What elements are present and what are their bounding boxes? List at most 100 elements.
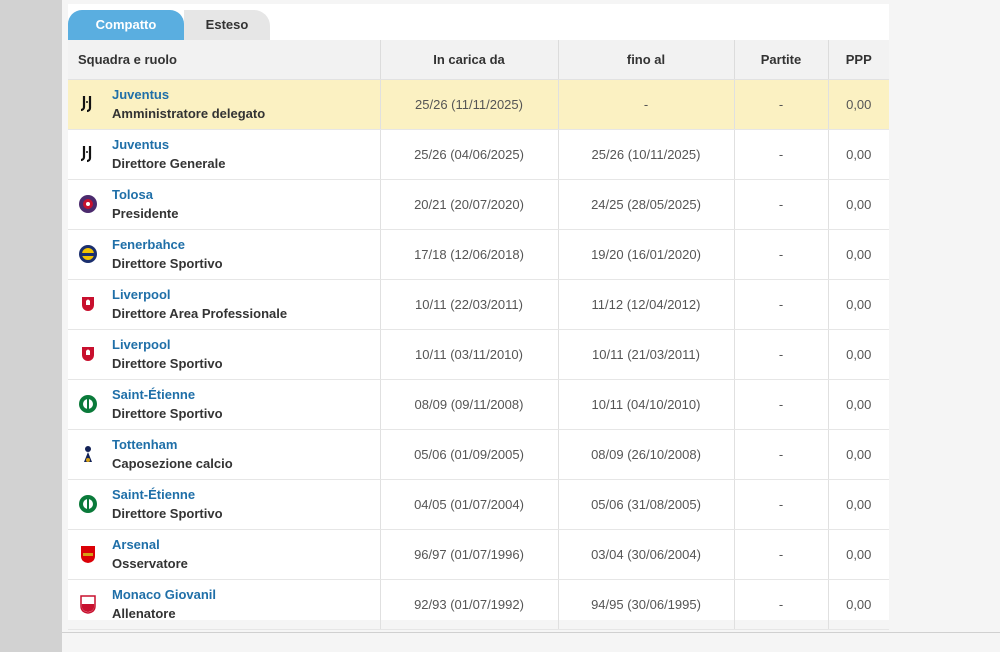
team-name-link[interactable]: Monaco Giovanil xyxy=(112,587,216,602)
role-label: Direttore Sportivo xyxy=(112,505,223,521)
until-cell: 10/11 (21/03/2011) xyxy=(557,329,734,380)
matches-cell: - xyxy=(733,479,828,530)
team-name-link[interactable]: Liverpool xyxy=(112,287,171,302)
monaco-crest-icon[interactable] xyxy=(78,594,98,614)
left-margin-strip xyxy=(0,0,62,652)
table-header-row: Squadra e ruolo In carica da fino al Par… xyxy=(68,40,889,80)
matches-cell: - xyxy=(733,429,828,480)
matches-cell: - xyxy=(733,179,828,230)
appointed-cell: 08/09 (09/11/2008) xyxy=(379,379,558,430)
matches-cell: - xyxy=(733,529,828,580)
tab-compact[interactable]: Compatto xyxy=(68,10,184,40)
table-row: Tottenham Caposezione calcio 05/06 (01/09/… xyxy=(68,429,889,480)
role-label: Direttore Sportivo xyxy=(112,405,223,421)
team-role-cell: Arsenal Osservatore xyxy=(68,529,380,580)
team-name-link[interactable]: Saint-Étienne xyxy=(112,487,195,502)
appointed-cell: 04/05 (01/07/2004) xyxy=(379,479,558,530)
appointed-cell: 92/93 (01/07/1992) xyxy=(379,579,558,630)
team-role-cell: Saint-Étienne Direttore Sportivo xyxy=(68,379,380,430)
matches-cell: - xyxy=(733,279,828,330)
header-team-role[interactable]: Squadra e ruolo xyxy=(68,40,380,80)
role-label: Caposezione calcio xyxy=(112,455,233,471)
team-name-link[interactable]: Arsenal xyxy=(112,537,160,552)
matches-cell: - xyxy=(733,379,828,430)
ppg-cell: 0,00 xyxy=(827,529,889,580)
table-row: Arsenal Osservatore 96/97 (01/07/1996) 03/0… xyxy=(68,529,889,580)
header-ppg[interactable]: PPP xyxy=(827,40,889,80)
team-role-cell: Liverpool Direttore Area Professionale xyxy=(68,279,380,330)
table-row: Monaco Giovanil Allenatore 92/93 (01/07/19… xyxy=(68,579,889,630)
matches-cell: - xyxy=(733,79,828,130)
appointed-cell: 10/11 (03/11/2010) xyxy=(379,329,558,380)
ppg-cell: 0,00 xyxy=(827,429,889,480)
table-row: Juventus Direttore Generale 25/26 (04/06/2… xyxy=(68,129,889,180)
bottom-divider xyxy=(62,632,1000,633)
ppg-cell: 0,00 xyxy=(827,329,889,380)
team-role-cell: Juventus Amministratore delegato xyxy=(68,79,380,130)
career-table-card: Esteso Compatto Squadra e ruolo In caric… xyxy=(68,4,889,630)
team-role-cell: Fenerbahce Direttore Sportivo xyxy=(68,229,380,280)
team-name-link[interactable]: Saint-Étienne xyxy=(112,387,195,402)
role-label: Osservatore xyxy=(112,555,188,571)
until-cell: 11/12 (12/04/2012) xyxy=(557,279,734,330)
team-name-link[interactable]: Fenerbahce xyxy=(112,237,185,252)
tottenham-crest-icon[interactable] xyxy=(78,444,98,464)
juventus-crest-icon[interactable] xyxy=(78,94,98,114)
until-cell: 08/09 (26/10/2008) xyxy=(557,429,734,480)
tab-extended[interactable]: Esteso xyxy=(184,10,270,40)
ppg-cell: 0,00 xyxy=(827,129,889,180)
appointed-cell: 05/06 (01/09/2005) xyxy=(379,429,558,480)
until-cell: 25/26 (10/11/2025) xyxy=(557,129,734,180)
matches-cell: - xyxy=(733,579,828,630)
until-cell: 94/95 (30/06/1995) xyxy=(557,579,734,630)
saint-etienne-crest-icon[interactable] xyxy=(78,394,98,414)
table-row: Tolosa Presidente 20/21 (20/07/2020) 24/25 … xyxy=(68,179,889,230)
table-row: Liverpool Direttore Area Professionale 10/… xyxy=(68,279,889,330)
table-row: Liverpool Direttore Sportivo 10/11 (03/11/… xyxy=(68,329,889,380)
liverpool-crest-icon[interactable] xyxy=(78,344,98,364)
liverpool-crest-icon[interactable] xyxy=(78,294,98,314)
team-role-cell: Saint-Étienne Direttore Sportivo xyxy=(68,479,380,530)
fenerbahce-crest-icon[interactable] xyxy=(78,244,98,264)
appointed-cell: 25/26 (11/11/2025) xyxy=(379,79,558,130)
toulouse-crest-icon[interactable] xyxy=(78,194,98,214)
juventus-crest-icon[interactable] xyxy=(78,144,98,164)
team-name-link[interactable]: Liverpool xyxy=(112,337,171,352)
until-cell: 05/06 (31/08/2005) xyxy=(557,479,734,530)
header-appointed[interactable]: In carica da xyxy=(379,40,558,80)
role-label: Direttore Generale xyxy=(112,155,226,171)
team-role-cell: Monaco Giovanil Allenatore xyxy=(68,579,380,630)
header-until[interactable]: fino al xyxy=(557,40,734,80)
role-label: Allenatore xyxy=(112,605,176,621)
team-role-cell: Tolosa Presidente xyxy=(68,179,380,230)
matches-cell: - xyxy=(733,229,828,280)
table-row: Fenerbahce Direttore Sportivo 17/18 (12/06… xyxy=(68,229,889,280)
table-row: Saint-Étienne Direttore Sportivo 04/05 (01… xyxy=(68,479,889,530)
until-cell: 10/11 (04/10/2010) xyxy=(557,379,734,430)
header-matches[interactable]: Partite xyxy=(733,40,828,80)
team-name-link[interactable]: Tolosa xyxy=(112,187,153,202)
saint-etienne-crest-icon[interactable] xyxy=(78,494,98,514)
appointed-cell: 10/11 (22/03/2011) xyxy=(379,279,558,330)
arsenal-crest-icon[interactable] xyxy=(78,544,98,564)
ppg-cell: 0,00 xyxy=(827,229,889,280)
until-cell: - xyxy=(557,79,734,130)
appointed-cell: 96/97 (01/07/1996) xyxy=(379,529,558,580)
matches-cell: - xyxy=(733,129,828,180)
ppg-cell: 0,00 xyxy=(827,479,889,530)
matches-cell: - xyxy=(733,329,828,380)
team-name-link[interactable]: Juventus xyxy=(112,87,169,102)
until-cell: 19/20 (16/01/2020) xyxy=(557,229,734,280)
table-row: Juventus Amministratore delegato 25/26 (11… xyxy=(68,79,889,130)
role-label: Direttore Sportivo xyxy=(112,355,223,371)
ppg-cell: 0,00 xyxy=(827,579,889,630)
until-cell: 24/25 (28/05/2025) xyxy=(557,179,734,230)
role-label: Direttore Sportivo xyxy=(112,255,223,271)
team-role-cell: Juventus Direttore Generale xyxy=(68,129,380,180)
appointed-cell: 20/21 (20/07/2020) xyxy=(379,179,558,230)
team-name-link[interactable]: Tottenham xyxy=(112,437,177,452)
role-label: Direttore Area Professionale xyxy=(112,305,288,321)
ppg-cell: 0,00 xyxy=(827,79,889,130)
team-name-link[interactable]: Juventus xyxy=(112,137,169,152)
team-role-cell: Liverpool Direttore Sportivo xyxy=(68,329,380,380)
